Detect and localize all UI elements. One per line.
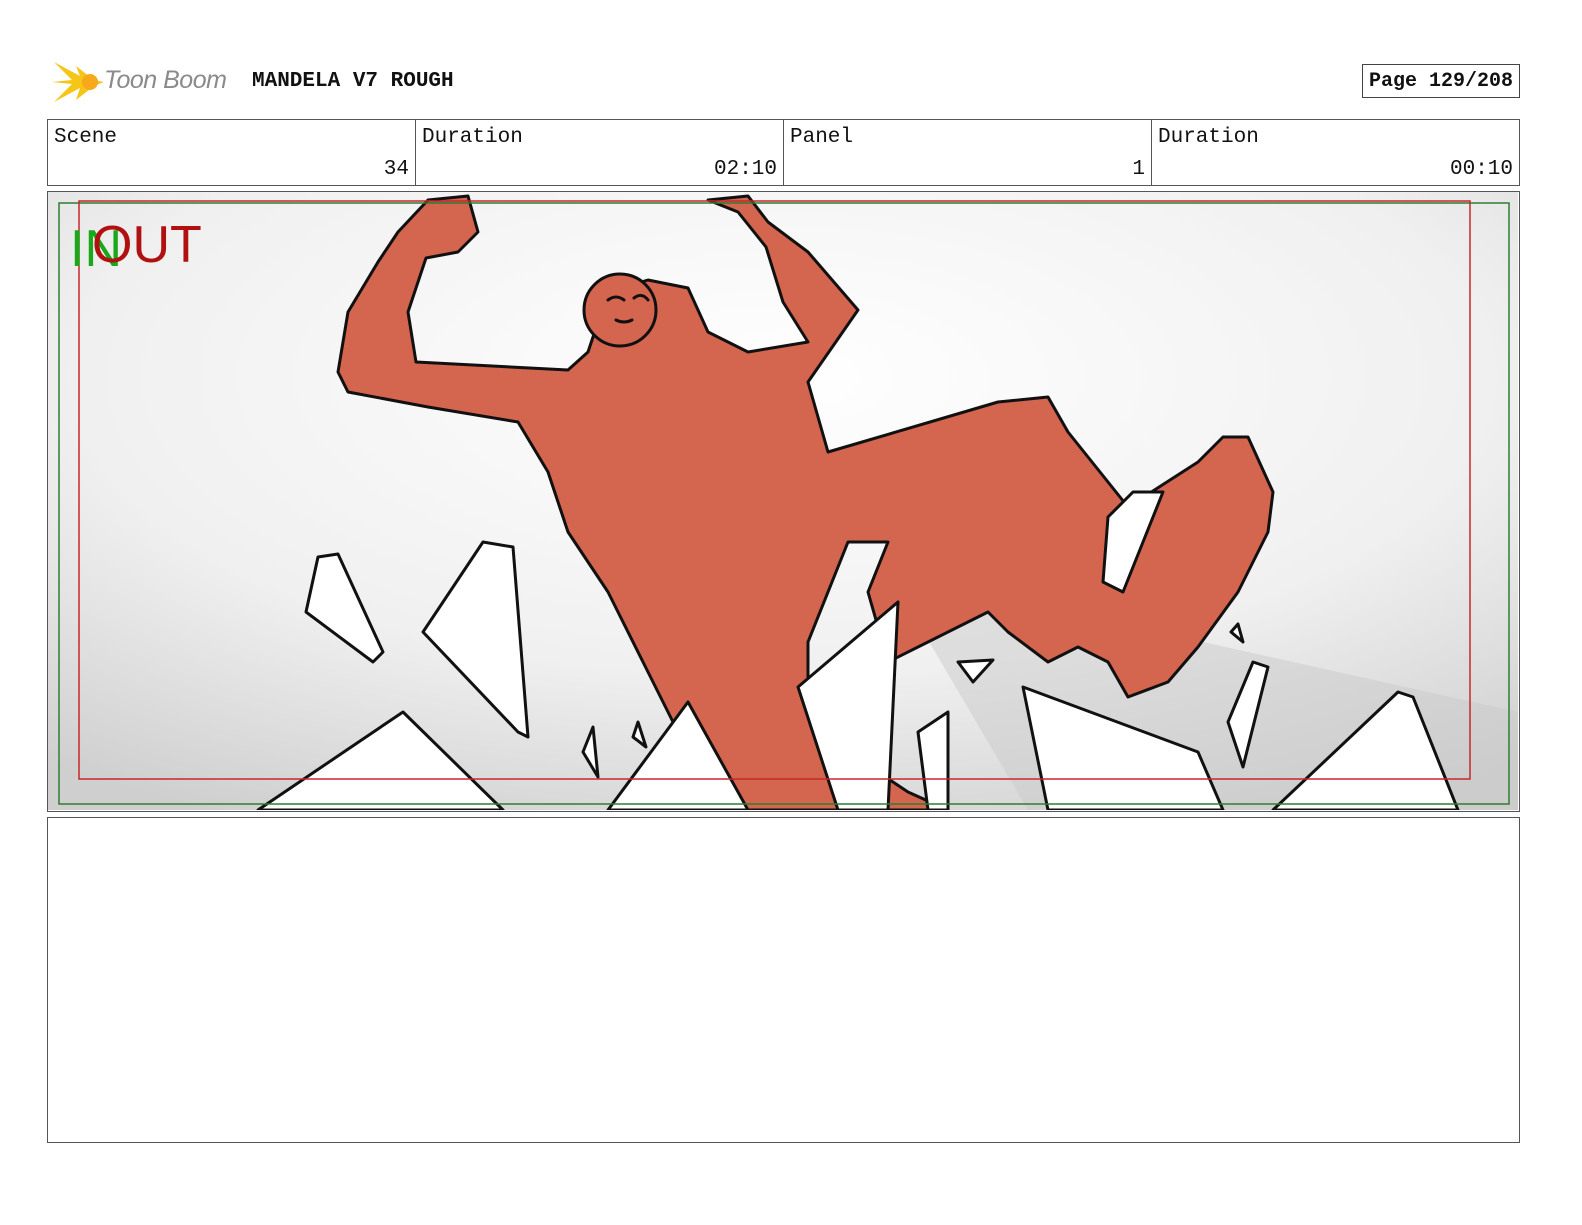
toon-boom-logo-icon [52, 62, 104, 102]
panel-label: Panel [790, 126, 854, 149]
brand-name: Toon Boom [104, 66, 227, 94]
scene-duration-value: 02:10 [713, 158, 777, 181]
panel-cell: Panel 1 [784, 120, 1152, 185]
storyboard-panel: IN OUT [47, 191, 1520, 812]
scene-cell: Scene 34 [48, 120, 416, 185]
panel-duration-label: Duration [1158, 126, 1259, 149]
panel-duration-cell: Duration 00:10 [1152, 120, 1519, 185]
scene-duration-cell: Duration 02:10 [416, 120, 784, 185]
panel-drawing: IN OUT [48, 192, 1518, 810]
project-title: MANDELA V7 ROUGH [252, 70, 454, 93]
page-header: Toon Boom MANDELA V7 ROUGH Page 129/208 [48, 56, 1520, 108]
panel-value: 1 [1132, 158, 1145, 181]
panel-notes-area [47, 817, 1520, 1143]
panel-duration-value: 00:10 [1449, 158, 1513, 181]
scene-value: 34 [383, 158, 409, 181]
page-counter: Page 129/208 [1361, 64, 1520, 98]
scene-label: Scene [54, 126, 118, 149]
scene-info-table: Scene 34 Duration 02:10 Panel 1 Duration… [47, 119, 1520, 186]
scene-duration-label: Duration [422, 126, 523, 149]
out-marker: OUT [92, 216, 202, 274]
